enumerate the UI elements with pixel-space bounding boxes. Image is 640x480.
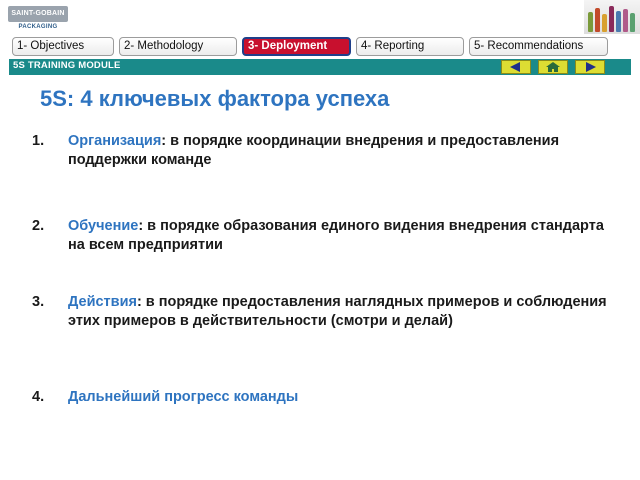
item-key: Действия [68,294,137,310]
tab-methodology[interactable]: 2- Methodology [119,37,237,56]
next-button[interactable] [575,60,605,74]
section-tabs: 1- Objectives 2- Methodology 3- Deployme… [12,37,608,57]
item-key: Обучение [68,218,139,234]
item-key: Дальнейший прогресс команды [68,389,299,405]
left-arrow-icon [510,62,520,72]
tab-reporting[interactable]: 4- Reporting [356,37,464,56]
item-text: : в порядке образования единого видения … [68,218,604,253]
item-text: : в порядке предоставления наглядных при… [68,294,607,329]
tab-recommendations[interactable]: 5- Recommendations [469,37,608,56]
logo-wordmark: SAINT-GOBAIN [8,6,68,22]
bottles-image [584,0,640,34]
item-number: 3. [32,294,45,310]
company-logo: SAINT-GOBAIN PACKAGING [8,6,68,32]
tab-objectives[interactable]: 1- Objectives [12,37,114,56]
page-title: 5S: 4 ключевых фактора успеха [40,86,390,111]
right-arrow-icon [586,62,596,72]
tab-deployment[interactable]: 3- Deployment [242,37,351,56]
logo-subtitle: PACKAGING [18,24,58,30]
module-bar: 5S TRAINING MODULE [9,59,631,75]
item-number: 1. [32,133,45,149]
item-number: 4. [32,389,45,405]
item-key: Организация [68,133,162,149]
home-button[interactable] [538,60,568,74]
previous-button[interactable] [501,60,531,74]
item-number: 2. [32,218,45,234]
module-label: 5S TRAINING MODULE [13,60,121,71]
home-icon [546,62,560,72]
